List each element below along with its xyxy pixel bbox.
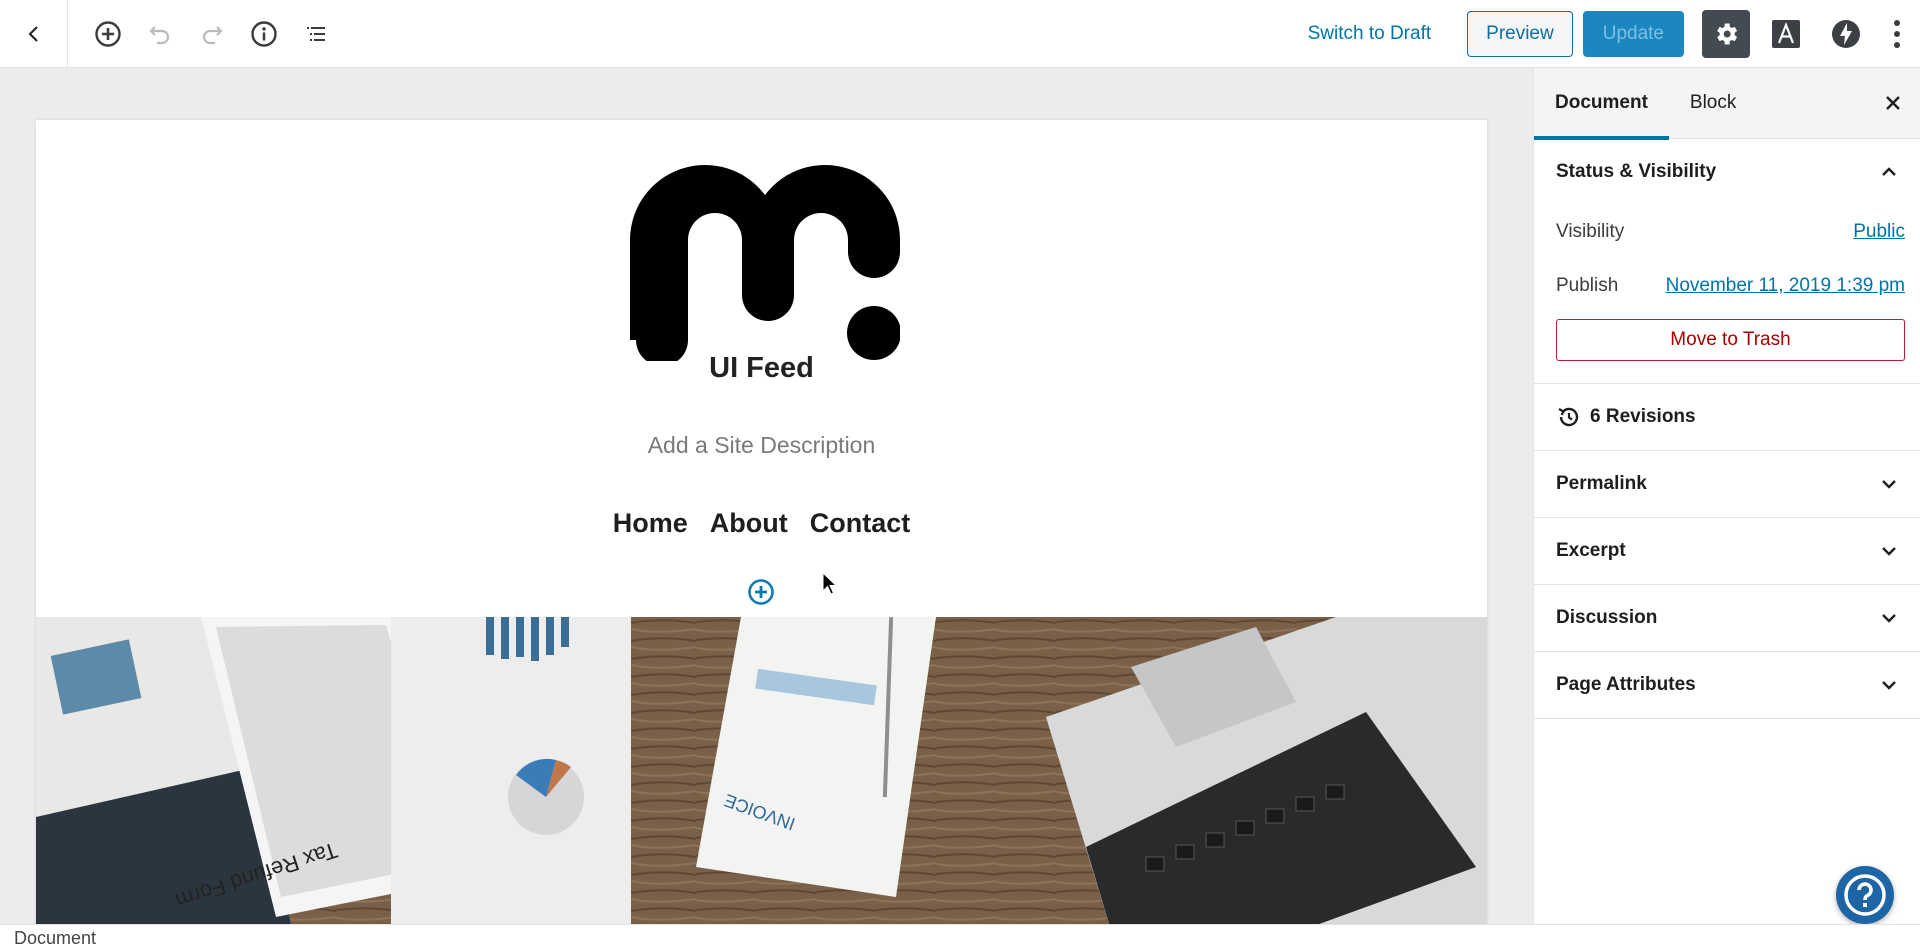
redo-icon: [202, 25, 223, 44]
excerpt-panel: Excerpt: [1534, 518, 1920, 585]
typography-button[interactable]: [1762, 10, 1810, 58]
block-navigation-button[interactable]: [298, 16, 334, 52]
status-visibility-panel: Status & Visibility Visibility Public Pu…: [1534, 139, 1920, 384]
discussion-toggle[interactable]: Discussion: [1534, 585, 1920, 651]
info-icon: [251, 20, 277, 47]
visibility-row: Visibility Public: [1534, 205, 1920, 259]
letter-a-icon: [1772, 19, 1800, 48]
list-view-icon: [307, 26, 325, 41]
excerpt-toggle[interactable]: Excerpt: [1534, 518, 1920, 584]
redo-button[interactable]: [194, 16, 230, 52]
page-attributes-toggle[interactable]: Page Attributes: [1534, 652, 1920, 718]
revisions-label: 6 Revisions: [1590, 406, 1696, 427]
update-button[interactable]: Update: [1582, 10, 1684, 57]
publish-label: Publish: [1556, 275, 1619, 296]
nav-item-contact[interactable]: Contact: [810, 508, 911, 539]
panel-title: Permalink: [1556, 473, 1647, 494]
lightning-icon: [1832, 19, 1860, 48]
tab-document[interactable]: Document: [1534, 68, 1669, 140]
mouse-cursor-icon: [822, 572, 838, 595]
inserter-plus-icon[interactable]: [747, 578, 775, 606]
discussion-panel: Discussion: [1534, 585, 1920, 652]
publish-date-link[interactable]: November 11, 2019 1:39 pm: [1666, 275, 1905, 297]
site-logo[interactable]: [630, 165, 900, 361]
undo-button[interactable]: [142, 16, 178, 52]
more-menu-button[interactable]: [1882, 10, 1912, 58]
switch-to-draft-button[interactable]: Switch to Draft: [1308, 23, 1432, 45]
history-icon: [1558, 407, 1579, 427]
add-block-button[interactable]: [90, 16, 126, 52]
gear-icon: [1717, 23, 1738, 44]
revisions-link[interactable]: 6 Revisions: [1534, 384, 1920, 450]
publish-row: Publish November 11, 2019 1:39 pm: [1534, 259, 1920, 313]
back-button[interactable]: [0, 0, 68, 68]
site-description-input[interactable]: Add a Site Description: [36, 432, 1487, 459]
permalink-toggle[interactable]: Permalink: [1534, 451, 1920, 517]
panel-title: Discussion: [1556, 607, 1658, 628]
close-sidebar-button[interactable]: [1880, 90, 1906, 116]
close-icon: [1886, 96, 1900, 110]
panel-title: Excerpt: [1556, 540, 1626, 561]
page-content: UI Feed Add a Site Description Home Abou…: [36, 120, 1487, 924]
chevron-up-icon: [1882, 167, 1896, 176]
chevron-down-icon: [1882, 614, 1896, 623]
block-breadcrumb-bar: Document: [0, 924, 1920, 952]
tab-block[interactable]: Block: [1669, 68, 1757, 139]
editor-canvas: UI Feed Add a Site Description Home Abou…: [0, 68, 1533, 924]
editor-toolbar: Switch to Draft Preview Update: [0, 0, 1920, 68]
navigation-menu: Home About Contact: [36, 508, 1487, 539]
nav-item-home[interactable]: Home: [613, 508, 688, 539]
revisions-panel: 6 Revisions: [1534, 384, 1920, 451]
permalink-panel: Permalink: [1534, 451, 1920, 518]
site-title[interactable]: UI Feed: [36, 352, 1487, 385]
page-attributes-panel: Page Attributes: [1534, 652, 1920, 719]
status-visibility-toggle[interactable]: Status & Visibility: [1534, 139, 1920, 205]
vertical-ellipsis-icon: [1894, 19, 1900, 48]
settings-sidebar: Document Block Status & Visibility Visib…: [1533, 68, 1920, 924]
nav-item-about[interactable]: About: [710, 508, 788, 539]
sidebar-tabs: Document Block: [1534, 68, 1920, 140]
cover-image-art: Tax Refund Form INVOICE: [36, 617, 1487, 924]
undo-icon: [149, 25, 170, 44]
help-button[interactable]: [1836, 866, 1894, 924]
chevron-down-icon: [1882, 547, 1896, 556]
chevron-left-icon: [28, 25, 38, 42]
cover-image[interactable]: Tax Refund Form INVOICE: [36, 617, 1487, 924]
jetpack-button[interactable]: [1822, 10, 1870, 58]
settings-button[interactable]: [1702, 9, 1750, 58]
visibility-label: Visibility: [1556, 221, 1625, 242]
move-to-trash-button[interactable]: Move to Trash: [1556, 319, 1905, 361]
chevron-down-icon: [1882, 480, 1896, 489]
breadcrumb-document[interactable]: Document: [14, 928, 96, 949]
content-info-button[interactable]: [246, 16, 282, 52]
panel-title: Page Attributes: [1556, 674, 1696, 695]
plus-circle-icon: [95, 20, 121, 47]
chevron-down-icon: [1882, 681, 1896, 690]
preview-button[interactable]: Preview: [1467, 10, 1573, 57]
question-mark-icon: [1844, 874, 1886, 916]
visibility-link[interactable]: Public: [1853, 221, 1905, 243]
panel-title: Status & Visibility: [1556, 161, 1717, 182]
